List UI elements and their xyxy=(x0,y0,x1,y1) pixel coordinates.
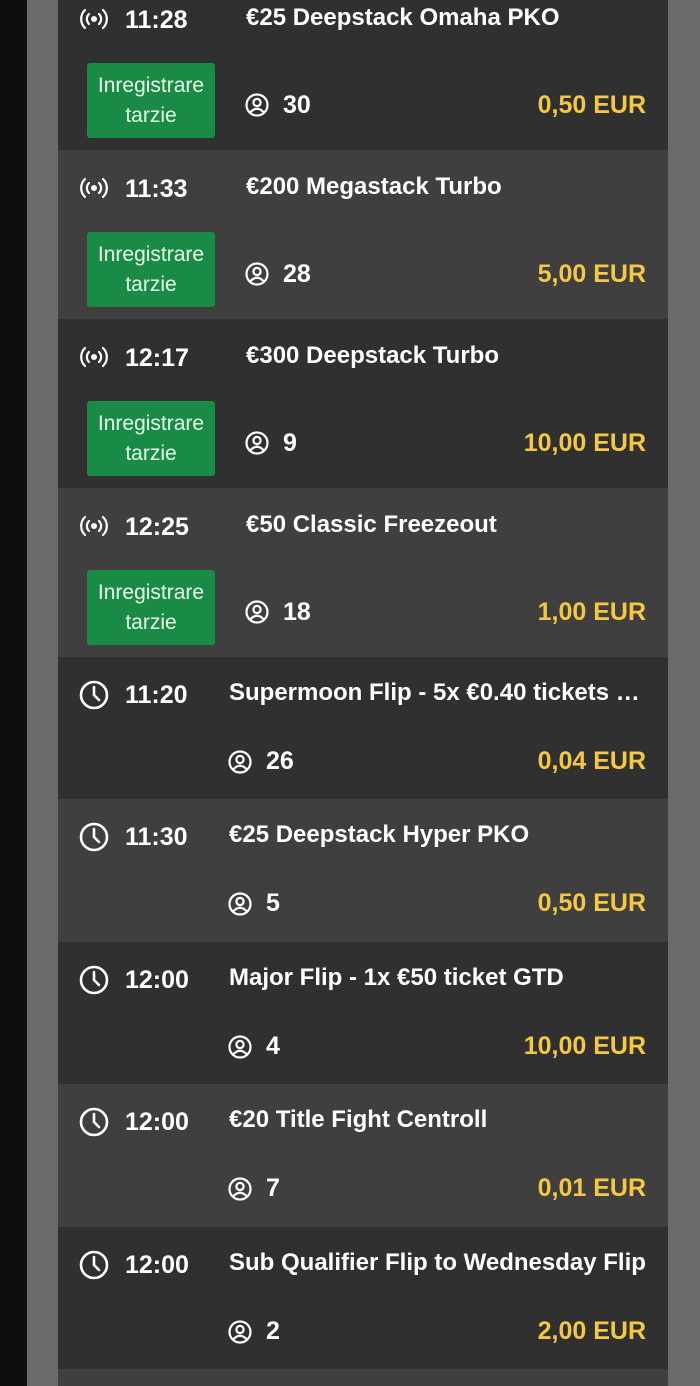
player-count: 4 xyxy=(266,1032,280,1060)
buy-in-price: 0,01 EUR xyxy=(537,1174,646,1202)
buy-in-price: 2,00 EUR xyxy=(537,1317,646,1345)
live-broadcast-icon xyxy=(78,510,110,542)
live-broadcast-icon xyxy=(78,341,110,373)
players-icon xyxy=(244,599,270,625)
player-count: 26 xyxy=(266,747,294,775)
clock-icon xyxy=(78,1249,110,1281)
start-time: 11:28 xyxy=(125,6,188,34)
players-icon xyxy=(227,1034,253,1060)
start-time: 11:20 xyxy=(125,681,188,709)
clock-icon xyxy=(78,964,110,996)
tournament-row-partial[interactable] xyxy=(58,1369,668,1386)
player-count: 9 xyxy=(283,429,297,457)
player-count: 28 xyxy=(283,260,311,288)
late-registration-button[interactable]: Inregistrare tarzie xyxy=(87,232,215,307)
player-count: 7 xyxy=(266,1174,280,1202)
player-count: 18 xyxy=(283,598,311,626)
tournament-row[interactable]: 11:30 €25 Deepstack Hyper PKO 5 0,50 EUR xyxy=(58,799,668,942)
players-icon xyxy=(227,891,253,917)
tournament-row[interactable]: 11:20 Supermoon Flip - 5x €0.40 tickets … xyxy=(58,657,668,799)
buy-in-price: 10,00 EUR xyxy=(523,429,646,457)
tournament-name: €200 Megastack Turbo xyxy=(246,173,502,200)
tournament-name: €25 Deepstack Omaha PKO xyxy=(246,4,560,31)
buy-in-price: 0,50 EUR xyxy=(537,889,646,917)
clock-icon xyxy=(78,821,110,853)
start-time: 11:33 xyxy=(125,175,188,203)
tournament-row[interactable]: 12:00 Major Flip - 1x €50 ticket GTD 4 1… xyxy=(58,942,668,1084)
late-registration-button[interactable]: Inregistrare tarzie xyxy=(87,570,215,645)
tournament-row[interactable]: 12:00 Sub Qualifier Flip to Wednesday Fl… xyxy=(58,1227,668,1369)
start-time: 12:00 xyxy=(125,966,189,994)
buy-in-price: 5,00 EUR xyxy=(537,260,646,288)
late-registration-button[interactable]: Inregistrare tarzie xyxy=(87,401,215,476)
tournament-name: €300 Deepstack Turbo xyxy=(246,342,499,369)
player-count: 5 xyxy=(266,889,280,917)
players-icon xyxy=(244,430,270,456)
late-registration-button[interactable]: Inregistrare tarzie xyxy=(87,63,215,138)
live-broadcast-icon xyxy=(78,172,110,204)
tournament-name: Supermoon Flip - 5x €0.40 tickets GTD xyxy=(229,679,654,706)
start-time: 12:00 xyxy=(125,1251,189,1279)
screen-bezel xyxy=(0,0,27,1386)
buy-in-price: 0,04 EUR xyxy=(537,747,646,775)
players-icon xyxy=(227,1319,253,1345)
players-icon xyxy=(227,1176,253,1202)
start-time: 11:30 xyxy=(125,823,188,851)
buy-in-price: 1,00 EUR xyxy=(537,598,646,626)
tournament-name: €20 Title Fight Centroll xyxy=(229,1106,488,1133)
buy-in-price: 10,00 EUR xyxy=(523,1032,646,1060)
start-time: 12:17 xyxy=(125,344,189,372)
tournament-row[interactable]: 12:17 €300 Deepstack Turbo Inregistrare … xyxy=(58,319,668,488)
players-icon xyxy=(244,261,270,287)
tournament-name: Sub Qualifier Flip to Wednesday Flip xyxy=(229,1249,646,1276)
live-broadcast-icon xyxy=(78,3,110,35)
clock-icon xyxy=(78,679,110,711)
player-count: 2 xyxy=(266,1317,280,1345)
start-time: 12:25 xyxy=(125,513,189,541)
tournament-name: €50 Classic Freezeout xyxy=(246,511,497,538)
player-count: 30 xyxy=(283,91,311,119)
players-icon xyxy=(227,749,253,775)
tournament-list[interactable]: 11:28 €25 Deepstack Omaha PKO Inregistra… xyxy=(58,0,668,1386)
buy-in-price: 0,50 EUR xyxy=(537,91,646,119)
tournament-name: Major Flip - 1x €50 ticket GTD xyxy=(229,964,564,991)
tournament-row[interactable]: 11:28 €25 Deepstack Omaha PKO Inregistra… xyxy=(58,0,668,150)
tournament-row[interactable]: 12:00 €20 Title Fight Centroll 7 0,01 EU… xyxy=(58,1084,668,1227)
tournament-row[interactable]: 12:25 €50 Classic Freezeout Inregistrare… xyxy=(58,488,668,657)
tournament-name: €25 Deepstack Hyper PKO xyxy=(229,821,530,848)
clock-icon xyxy=(78,1106,110,1138)
players-icon xyxy=(244,92,270,118)
start-time: 12:00 xyxy=(125,1108,189,1136)
tournament-row[interactable]: 11:33 €200 Megastack Turbo Inregistrare … xyxy=(58,150,668,319)
